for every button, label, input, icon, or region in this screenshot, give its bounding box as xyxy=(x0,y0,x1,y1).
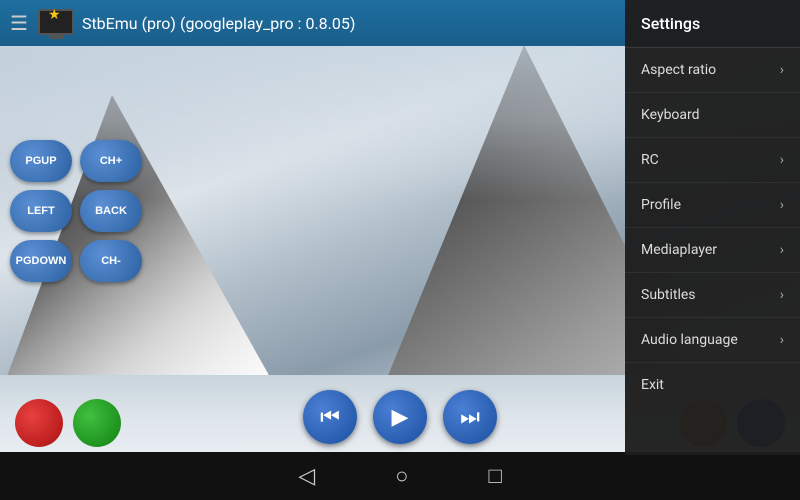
menu-item-mediaplayer[interactable]: Mediaplayer › xyxy=(625,228,800,273)
chevron-right-icon-rc: › xyxy=(780,152,784,168)
menu-item-profile[interactable]: Profile › xyxy=(625,183,800,228)
pgup-button[interactable]: PGUP xyxy=(10,140,72,182)
play-icon: ▶ xyxy=(392,405,409,430)
chevron-right-icon-profile: › xyxy=(780,197,784,213)
app-icon: ★ xyxy=(38,9,74,37)
pgdown-button[interactable]: PGDOWN xyxy=(10,240,72,282)
nav-back-icon[interactable]: ◁ xyxy=(298,464,315,489)
menu-item-mediaplayer-label: Mediaplayer xyxy=(641,242,717,258)
chevron-right-icon-mediaplayer: › xyxy=(780,242,784,258)
controls-overlay: PGUP CH+ LEFT BACK PGDOWN CH- xyxy=(10,140,142,282)
rewind-button[interactable]: ⏮ xyxy=(303,390,357,444)
menu-item-rc[interactable]: RC › xyxy=(625,138,800,183)
nav-recents-icon[interactable]: □ xyxy=(488,463,501,489)
menu-item-exit-label: Exit xyxy=(641,377,664,393)
chevron-right-icon-subtitles: › xyxy=(780,287,784,303)
tv-icon: ★ xyxy=(38,9,74,35)
menu-item-subtitles-label: Subtitles xyxy=(641,287,696,303)
menu-item-aspect-ratio-label: Aspect ratio xyxy=(641,62,716,78)
menu-item-rc-label: RC xyxy=(641,152,659,168)
hamburger-icon[interactable]: ☰ xyxy=(10,11,28,35)
rewind-icon: ⏮ xyxy=(320,405,340,430)
chevron-right-icon-audio: › xyxy=(780,332,784,348)
menu-item-aspect-ratio[interactable]: Aspect ratio › xyxy=(625,48,800,93)
fastforward-icon: ⏭ xyxy=(460,405,480,430)
nav-bar: ◁ ○ □ xyxy=(0,452,800,500)
menu-item-subtitles[interactable]: Subtitles › xyxy=(625,273,800,318)
fastforward-button[interactable]: ⏭ xyxy=(443,390,497,444)
menu-item-audio-language-label: Audio language xyxy=(641,332,738,348)
menu-item-keyboard-label: Keyboard xyxy=(641,107,700,123)
nav-home-icon[interactable]: ○ xyxy=(395,463,408,489)
menu-item-exit[interactable]: Exit xyxy=(625,363,800,407)
ctrl-row-3: PGDOWN CH- xyxy=(10,240,142,282)
back-button[interactable]: BACK xyxy=(80,190,142,232)
left-button[interactable]: LEFT xyxy=(10,190,72,232)
chplus-button[interactable]: CH+ xyxy=(80,140,142,182)
menu-item-audio-language[interactable]: Audio language › xyxy=(625,318,800,363)
dropdown-menu: Settings Aspect ratio › Keyboard RC › Pr… xyxy=(625,0,800,455)
ctrl-row-1: PGUP CH+ xyxy=(10,140,142,182)
menu-header: Settings xyxy=(625,0,800,48)
chminus-button[interactable]: CH- xyxy=(80,240,142,282)
menu-item-profile-label: Profile xyxy=(641,197,681,213)
play-button[interactable]: ▶ xyxy=(373,390,427,444)
star-icon: ★ xyxy=(48,7,61,23)
chevron-right-icon: › xyxy=(780,62,784,78)
ctrl-row-2: LEFT BACK xyxy=(10,190,142,232)
menu-item-keyboard[interactable]: Keyboard xyxy=(625,93,800,138)
